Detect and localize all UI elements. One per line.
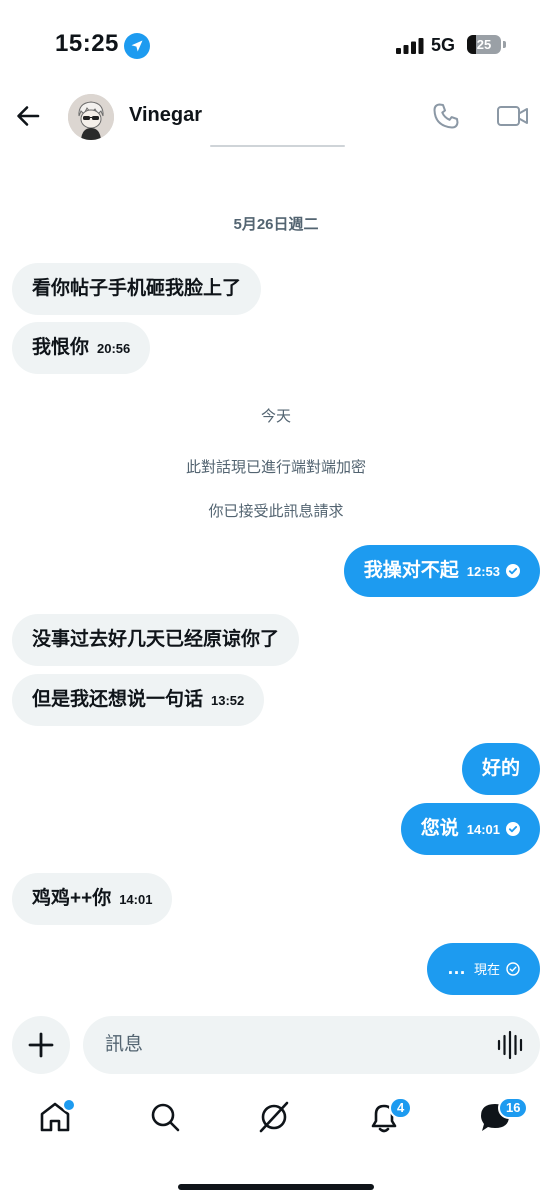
battery-level: 25 xyxy=(476,37,492,52)
video-icon[interactable] xyxy=(496,100,530,132)
message-received[interactable]: 看你帖子手机砸我脸上了 xyxy=(12,263,262,315)
search-icon[interactable] xyxy=(148,1100,182,1134)
message-time: 20:56 xyxy=(97,341,131,356)
message-text: 但是我还想说一句话 xyxy=(32,689,204,710)
plus-icon xyxy=(28,1032,54,1058)
check-circle-icon xyxy=(506,564,520,578)
status-time: 15:25 xyxy=(55,30,119,57)
avatar[interactable] xyxy=(68,94,114,140)
location-arrow-icon xyxy=(124,33,150,59)
add-attachment-button[interactable] xyxy=(12,1016,70,1074)
encryption-notice[interactable]: 此對話現已進行端對端加密 xyxy=(0,456,552,477)
message-text: … xyxy=(446,958,466,979)
message-received[interactable]: 没事过去好几天已经原谅你了 xyxy=(12,614,300,666)
header-divider xyxy=(210,145,345,147)
signal-icon xyxy=(396,38,424,54)
message-text: 您说 xyxy=(420,818,459,839)
message-time: 14:01 xyxy=(119,892,153,907)
battery-icon: 25 xyxy=(467,35,501,54)
notifications-badge: 4 xyxy=(389,1097,413,1119)
battery-nub xyxy=(503,41,506,48)
message-text: 我恨你 xyxy=(32,337,90,358)
grok-icon[interactable] xyxy=(257,1100,291,1134)
network-type: 5G xyxy=(431,35,456,55)
today-label: 今天 xyxy=(260,408,291,425)
message-time: 13:52 xyxy=(211,693,245,708)
message-sent[interactable]: 您说 14:01 xyxy=(400,803,540,855)
request-accepted-notice: 你已接受此訊息請求 xyxy=(208,503,344,520)
message-input[interactable] xyxy=(83,1016,540,1074)
message-time: 14:01 xyxy=(466,822,500,837)
message-received[interactable]: 鸡鸡++你 14:01 xyxy=(12,873,173,925)
message-text: 好的 xyxy=(481,758,520,779)
back-arrow-icon[interactable] xyxy=(12,100,44,132)
check-circle-outline-icon xyxy=(506,962,520,976)
message-text: 我操对不起 xyxy=(363,560,459,581)
check-circle-icon xyxy=(506,822,520,836)
date-separator: 5月26日週二 xyxy=(233,216,319,233)
home-notification-dot xyxy=(62,1098,76,1112)
message-sending[interactable]: … 現在 xyxy=(426,943,540,995)
message-text: 看你帖子手机砸我脸上了 xyxy=(32,278,242,299)
message-text: 鸡鸡++你 xyxy=(32,888,112,909)
message-sent[interactable]: 好的 xyxy=(461,743,540,795)
message-time: 12:53 xyxy=(466,564,500,579)
phone-icon[interactable] xyxy=(430,100,462,132)
conversation-header: Vinegar xyxy=(0,90,552,148)
contact-name[interactable]: Vinegar xyxy=(129,104,202,127)
status-bar: 15:25 5G 25 xyxy=(0,0,552,90)
message-time: 現在 xyxy=(473,962,500,977)
message-received[interactable]: 但是我还想说一句话 13:52 xyxy=(12,674,265,726)
messages-badge: 16 xyxy=(498,1097,529,1119)
avatar-image xyxy=(68,94,114,140)
home-indicator xyxy=(178,1184,374,1190)
message-received[interactable]: 我恨你 20:56 xyxy=(12,322,151,374)
voice-wave-icon[interactable] xyxy=(496,1030,526,1060)
message-sent[interactable]: 我操对不起 12:53 xyxy=(343,545,540,597)
message-text: 没事过去好几天已经原谅你了 xyxy=(32,629,280,650)
